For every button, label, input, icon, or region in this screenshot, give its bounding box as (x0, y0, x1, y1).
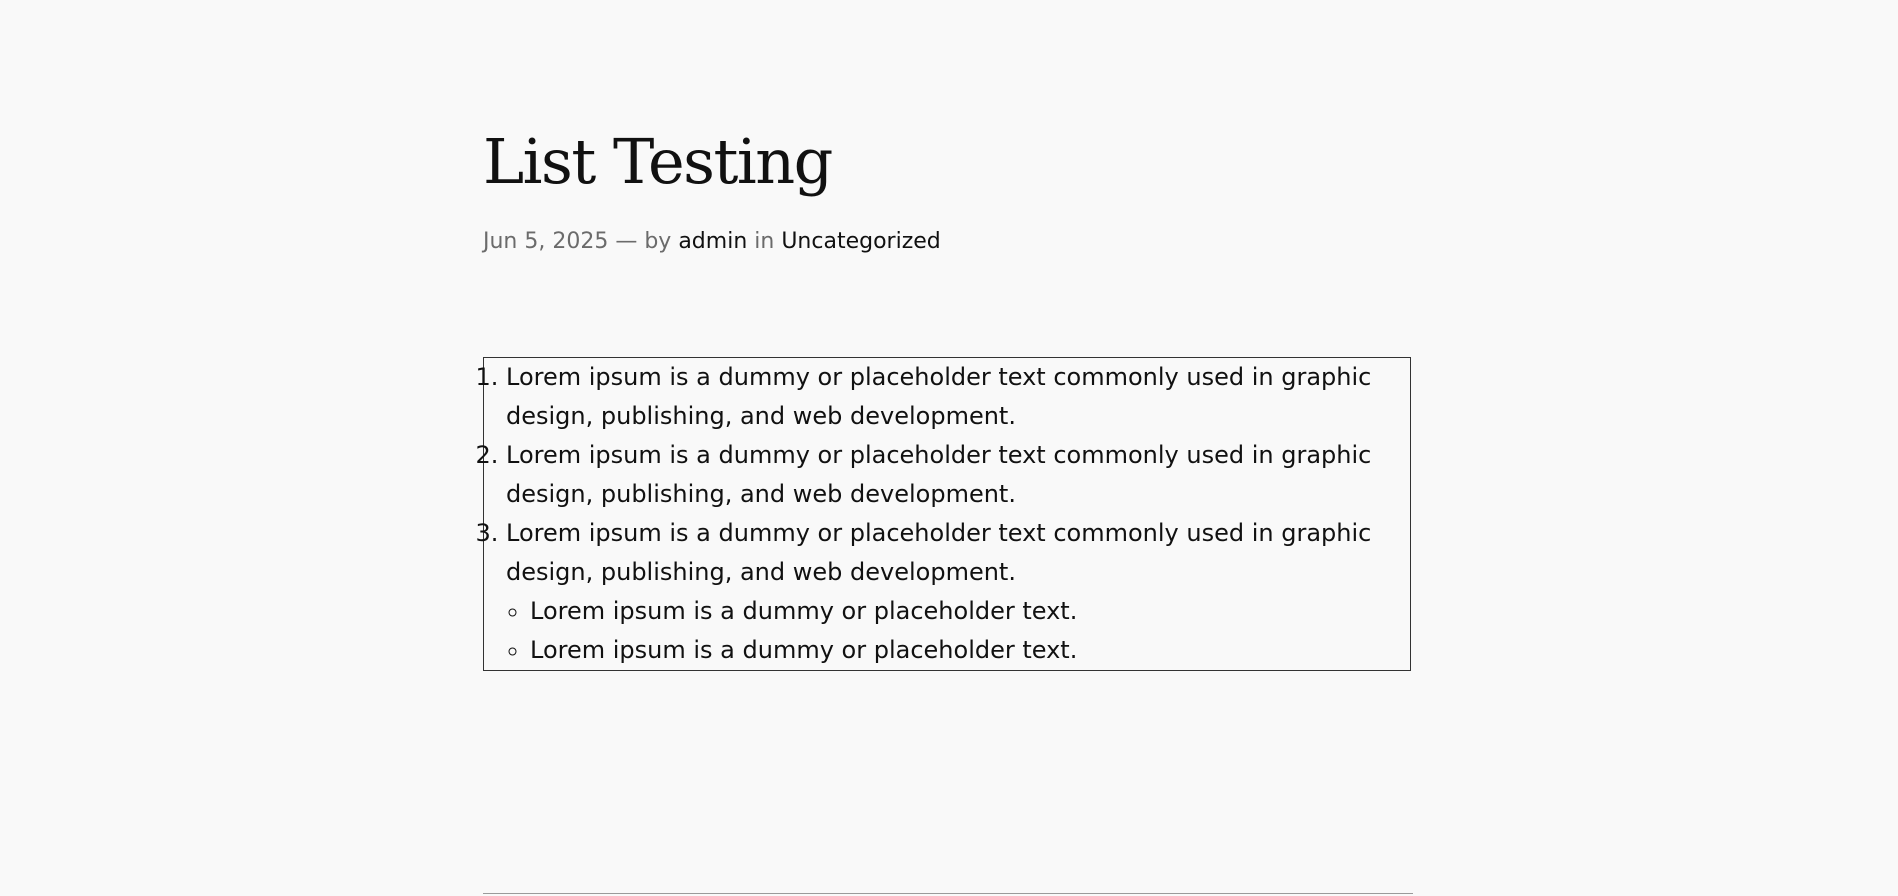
list-item: Lorem ipsum is a dummy or placeholder te… (506, 514, 1382, 670)
footer-divider (483, 893, 1413, 894)
bullet-item: Lorem ipsum is a dummy or placeholder te… (530, 592, 1382, 631)
ordered-list: Lorem ipsum is a dummy or placeholder te… (482, 358, 1382, 670)
category-link[interactable]: Uncategorized (781, 229, 940, 254)
list-item: Lorem ipsum is a dummy or placeholder te… (506, 436, 1382, 514)
post-meta: Jun 5, 2025 — by admin in Uncategorized (483, 228, 941, 256)
by-label: by (644, 229, 672, 254)
nested-bullet-list: Lorem ipsum is a dummy or placeholder te… (506, 592, 1382, 670)
bullet-item: Lorem ipsum is a dummy or placeholder te… (530, 631, 1382, 670)
list-item: Lorem ipsum is a dummy or placeholder te… (506, 358, 1382, 436)
in-label: in (754, 229, 775, 254)
author-link[interactable]: admin (678, 229, 747, 254)
meta-separator: — (615, 229, 638, 254)
list-block: Lorem ipsum is a dummy or placeholder te… (483, 357, 1411, 671)
page-title: List Testing (483, 125, 833, 198)
list-item-text: Lorem ipsum is a dummy or placeholder te… (506, 519, 1372, 586)
post-date: Jun 5, 2025 (483, 229, 609, 254)
